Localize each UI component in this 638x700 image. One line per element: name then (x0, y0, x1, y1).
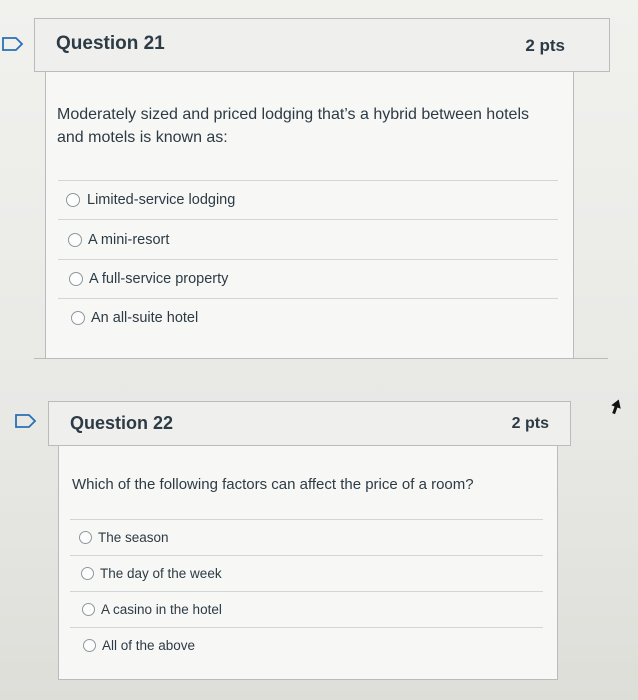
answer-option[interactable]: The season (70, 519, 543, 555)
question-text: Which of the following factors can affec… (72, 476, 474, 493)
answer-option[interactable]: The day of the week (70, 555, 543, 591)
answer-option[interactable]: A casino in the hotel (70, 591, 543, 627)
flag-icon[interactable] (2, 37, 24, 51)
flag-icon[interactable] (15, 414, 37, 428)
radio-unchecked-icon[interactable] (83, 639, 96, 652)
answer-option[interactable]: All of the above (70, 627, 543, 663)
answer-label[interactable]: An all-suite hotel (91, 310, 198, 326)
question-points: 2 pts (511, 415, 549, 432)
mouse-pointer-icon (611, 399, 621, 415)
radio-unchecked-icon[interactable] (79, 531, 92, 544)
question-title: Question 21 (56, 33, 165, 54)
radio-unchecked-icon[interactable] (68, 232, 82, 247)
radio-unchecked-icon[interactable] (69, 272, 83, 286)
answer-list: The season The day of the week A casino … (70, 519, 543, 663)
question-21-header: Question 21 2 pts (34, 18, 610, 72)
answer-option[interactable]: A mini-resort (58, 219, 558, 259)
answer-label[interactable]: A casino in the hotel (101, 602, 222, 617)
radio-unchecked-icon[interactable] (81, 567, 94, 580)
radio-unchecked-icon[interactable] (71, 311, 85, 325)
radio-unchecked-icon[interactable] (82, 603, 95, 616)
question-text: Moderately sized and priced lodging that… (57, 106, 529, 147)
answer-label[interactable]: Limited-service lodging (87, 192, 235, 208)
answer-label[interactable]: The day of the week (100, 566, 222, 581)
question-points: 2 pts (525, 36, 565, 55)
answer-label[interactable]: All of the above (102, 638, 195, 653)
answer-label[interactable]: The season (98, 530, 169, 545)
radio-unchecked-icon[interactable] (66, 193, 80, 207)
answer-label[interactable]: A full-service property (89, 271, 228, 287)
answer-option[interactable]: A full-service property (58, 259, 558, 298)
answer-list: Limited-service lodging A mini-resort A … (58, 180, 558, 337)
answer-option[interactable]: Limited-service lodging (58, 180, 558, 219)
answer-option[interactable]: An all-suite hotel (58, 298, 558, 337)
answer-label[interactable]: A mini-resort (88, 232, 169, 248)
question-title: Question 22 (70, 413, 174, 433)
question-22-header: Question 22 2 pts (48, 401, 571, 446)
